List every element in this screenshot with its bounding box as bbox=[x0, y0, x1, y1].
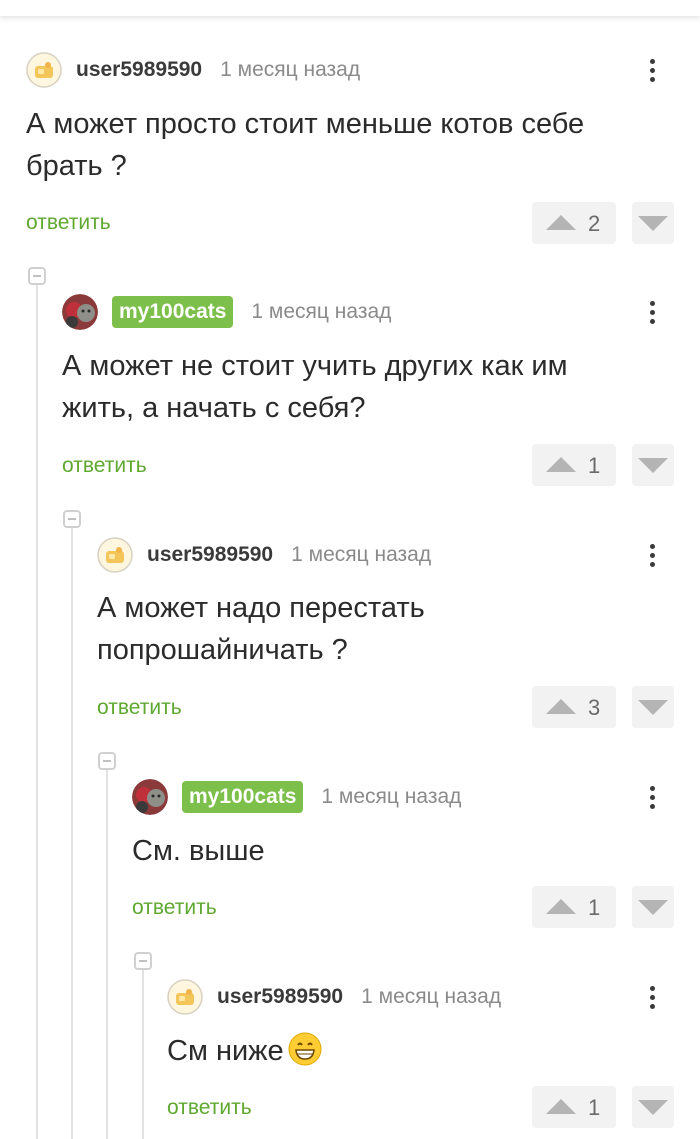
more-options-icon[interactable] bbox=[640, 50, 664, 90]
vote-count: 1 bbox=[588, 1095, 601, 1120]
comment-date: 1 месяц назад bbox=[361, 985, 502, 1008]
reply-link[interactable]: ответить bbox=[132, 896, 217, 920]
triangle-down-icon bbox=[638, 900, 668, 915]
vote-count: 2 bbox=[588, 211, 601, 236]
comment-header: user5989590 1 месяц назад bbox=[167, 977, 501, 1017]
upvote-button[interactable]: 2 bbox=[532, 202, 616, 244]
upvote-button[interactable]: 1 bbox=[532, 886, 616, 928]
comment-date: 1 месяц назад bbox=[291, 543, 432, 566]
username[interactable]: my100cats bbox=[112, 296, 234, 328]
comment-date: 1 месяц назад bbox=[251, 300, 392, 323]
avatar[interactable] bbox=[132, 779, 168, 815]
vote-count: 1 bbox=[588, 453, 601, 478]
downvote-button[interactable] bbox=[632, 1086, 674, 1128]
avatar[interactable] bbox=[62, 294, 98, 330]
triangle-down-icon bbox=[638, 1100, 668, 1115]
collapse-thread-2-icon[interactable] bbox=[63, 510, 81, 528]
vote-count: 3 bbox=[588, 695, 601, 720]
vote-count: 1 bbox=[588, 895, 601, 920]
triangle-down-icon bbox=[638, 700, 668, 715]
comment-header: my100cats 1 месяц назад bbox=[132, 777, 461, 817]
comment-text: См. выше bbox=[132, 835, 265, 867]
reply-link[interactable]: ответить bbox=[167, 1096, 252, 1120]
triangle-up-icon bbox=[546, 899, 576, 914]
thread-line bbox=[71, 527, 73, 1139]
comment-text: А может надо перестать попрошайничать ? bbox=[97, 592, 425, 666]
username[interactable]: my100cats bbox=[182, 781, 304, 813]
triangle-down-icon bbox=[638, 458, 668, 473]
comment-date: 1 месяц назад bbox=[220, 58, 361, 81]
collapse-thread-1-icon[interactable] bbox=[28, 267, 46, 285]
reply-link[interactable]: ответить bbox=[62, 454, 147, 478]
downvote-button[interactable] bbox=[632, 886, 674, 928]
comment-date: 1 месяц назад bbox=[321, 785, 462, 808]
thread-line bbox=[142, 969, 144, 1139]
reply-link[interactable]: ответить bbox=[97, 696, 182, 720]
triangle-up-icon bbox=[546, 457, 576, 472]
thread-line bbox=[106, 769, 108, 1139]
triangle-up-icon bbox=[546, 699, 576, 714]
comment-text: А может не стоит учить других как им жит… bbox=[62, 350, 568, 424]
upvote-button[interactable]: 1 bbox=[532, 1086, 616, 1128]
triangle-up-icon bbox=[546, 215, 576, 230]
collapse-thread-4-icon[interactable] bbox=[134, 952, 152, 970]
triangle-up-icon bbox=[546, 1099, 576, 1114]
avatar[interactable] bbox=[167, 979, 203, 1015]
comment-text: А может просто стоит меньше котов себе б… bbox=[26, 108, 585, 182]
comment-text: См ниже bbox=[167, 1030, 322, 1072]
avatar[interactable] bbox=[97, 537, 133, 573]
downvote-button[interactable] bbox=[632, 444, 674, 486]
reply-link[interactable]: ответить bbox=[26, 211, 111, 235]
grinning-face-icon bbox=[288, 1032, 322, 1066]
comment: user5989590 1 месяц назад См ниже ответи… bbox=[167, 977, 674, 1137]
collapse-thread-3-icon[interactable] bbox=[98, 752, 116, 770]
upvote-button[interactable]: 1 bbox=[532, 444, 616, 486]
comment-header: my100cats 1 месяц назад bbox=[62, 292, 391, 332]
upvote-button[interactable]: 3 bbox=[532, 686, 616, 728]
comment: user5989590 1 месяц назад А может просто… bbox=[26, 50, 674, 250]
downvote-button[interactable] bbox=[632, 686, 674, 728]
username[interactable]: user5989590 bbox=[217, 985, 343, 1009]
downvote-button[interactable] bbox=[632, 202, 674, 244]
triangle-down-icon bbox=[638, 216, 668, 231]
more-options-icon[interactable] bbox=[640, 777, 664, 817]
username[interactable]: user5989590 bbox=[76, 58, 202, 82]
more-options-icon[interactable] bbox=[640, 977, 664, 1017]
more-options-icon[interactable] bbox=[640, 535, 664, 575]
more-options-icon[interactable] bbox=[640, 292, 664, 332]
comment: my100cats 1 месяц назад См. выше ответит… bbox=[132, 777, 674, 937]
comment: user5989590 1 месяц назад А может надо п… bbox=[97, 535, 674, 735]
comment-header: user5989590 1 месяц назад bbox=[97, 535, 431, 575]
top-bar bbox=[0, 0, 700, 16]
comment: my100cats 1 месяц назад А может не стоит… bbox=[62, 292, 674, 492]
username[interactable]: user5989590 bbox=[147, 543, 273, 567]
avatar[interactable] bbox=[26, 52, 62, 88]
comment-header: user5989590 1 месяц назад bbox=[26, 50, 360, 90]
thread-line bbox=[36, 284, 38, 1139]
